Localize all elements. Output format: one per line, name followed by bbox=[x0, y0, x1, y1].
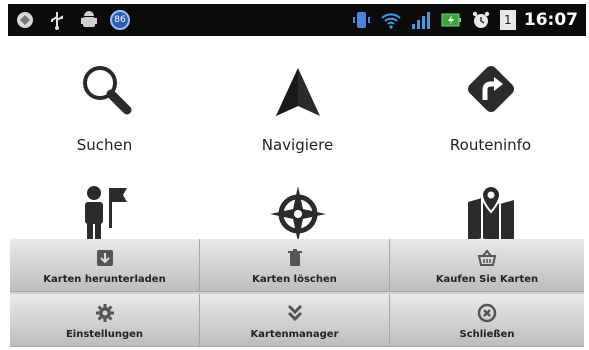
gear-icon bbox=[95, 303, 115, 323]
gps-satellite-icon bbox=[14, 9, 36, 31]
usb-icon bbox=[46, 9, 68, 31]
menu-item-label: Kaufen Sie Karten bbox=[435, 274, 539, 285]
android-debug-icon bbox=[78, 9, 100, 31]
map-pin-icon bbox=[464, 184, 518, 244]
screen: 86 1 16:07 Suchen Navigiere Routeninfo K… bbox=[0, 0, 589, 350]
navigate-arrow-icon bbox=[270, 64, 326, 124]
compass-rose-icon bbox=[267, 184, 329, 244]
tile-label: Suchen bbox=[76, 136, 133, 154]
vibrate-icon bbox=[350, 9, 372, 31]
menu-item-label: Karten löschen bbox=[252, 274, 337, 285]
menu-item-label: Schließen bbox=[459, 329, 515, 340]
menu-item-karten-loeschen[interactable]: Karten löschen bbox=[200, 239, 390, 292]
tile-map[interactable] bbox=[394, 184, 587, 244]
status-left-icons: 86 bbox=[14, 8, 130, 32]
wifi-icon bbox=[380, 9, 402, 31]
options-menu: Karten herunterladen Karten löschen Kauf… bbox=[10, 239, 584, 347]
status-right-icons: 1 16:07 bbox=[350, 8, 578, 32]
alarm-clock-icon bbox=[470, 9, 492, 31]
tile-label: Routeninfo bbox=[449, 136, 532, 154]
tile-label: Navigiere bbox=[261, 136, 334, 154]
route-info-icon bbox=[460, 58, 522, 124]
menu-item-kaufen-sie-karten[interactable]: Kaufen Sie Karten bbox=[390, 239, 584, 292]
chevrons-down-icon bbox=[285, 303, 305, 323]
basket-icon bbox=[477, 248, 497, 268]
battery-charging-icon bbox=[440, 9, 462, 31]
menu-item-label: Einstellungen bbox=[65, 329, 144, 340]
sim-indicator: 1 bbox=[499, 10, 516, 30]
trash-icon bbox=[285, 248, 305, 268]
menu-item-label: Karten herunterladen bbox=[43, 274, 166, 285]
menu-item-karten-herunterladen[interactable]: Karten herunterladen bbox=[10, 239, 200, 292]
tile-person-flag[interactable] bbox=[8, 184, 201, 244]
menu-item-schliessen[interactable]: Schließen bbox=[390, 294, 584, 347]
tile-compass[interactable] bbox=[201, 184, 394, 244]
search-icon bbox=[75, 58, 135, 122]
status-bar: 86 1 16:07 bbox=[8, 4, 586, 36]
signal-strength-icon bbox=[410, 9, 432, 31]
status-clock: 16:07 bbox=[523, 10, 578, 30]
download-icon bbox=[95, 248, 115, 268]
close-circle-icon bbox=[477, 303, 497, 323]
person-flag-icon bbox=[79, 184, 131, 244]
notification-count-badge: 86 bbox=[110, 10, 130, 30]
menu-item-label: Kartenmanager bbox=[250, 329, 339, 340]
menu-item-kartenmanager[interactable]: Kartenmanager bbox=[200, 294, 390, 347]
menu-item-einstellungen[interactable]: Einstellungen bbox=[10, 294, 200, 347]
